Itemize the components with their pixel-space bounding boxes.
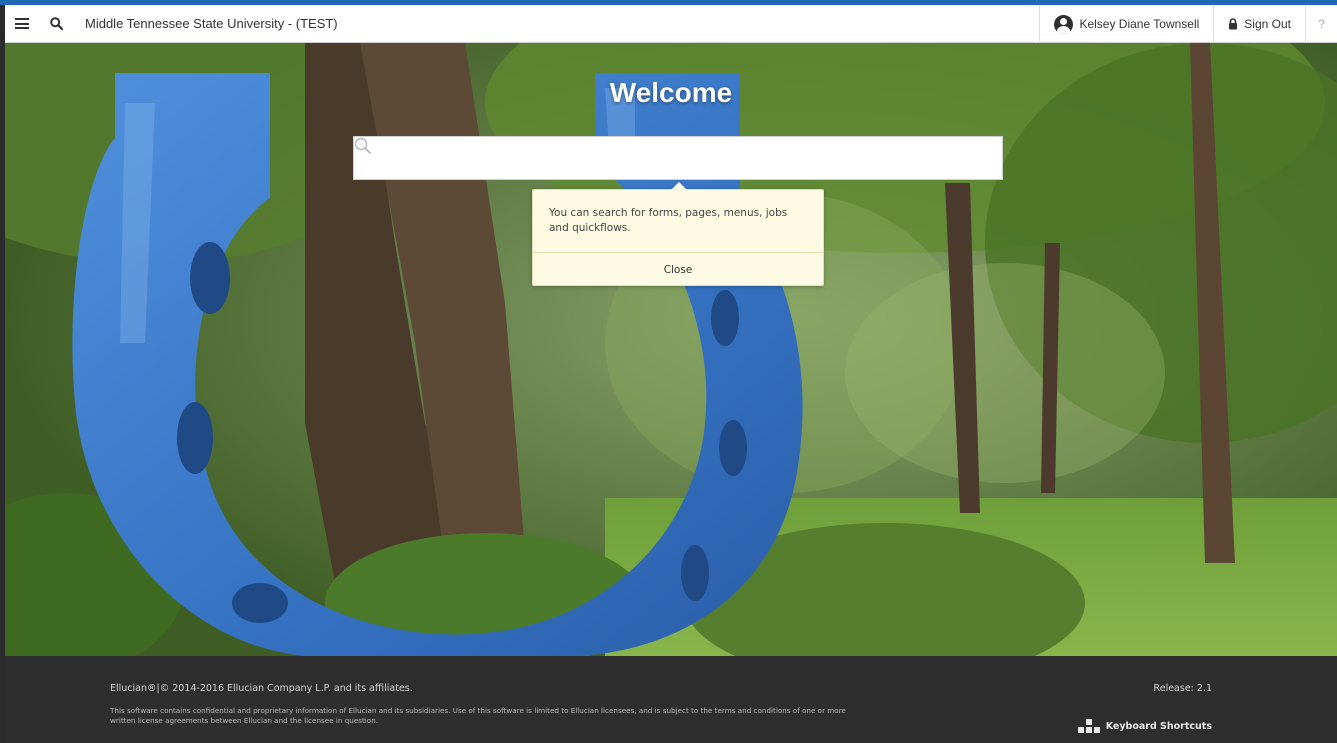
user-menu[interactable]: Kelsey Diane Townsell	[1039, 5, 1213, 43]
header-search-button[interactable]	[39, 5, 73, 43]
welcome-heading: Welcome	[609, 77, 733, 108]
main-search-button[interactable]	[354, 136, 1002, 180]
welcome-hero: Welcome You can search for forms, pages,…	[5, 43, 1337, 656]
keyboard-icon	[1077, 719, 1100, 733]
org-title: Middle Tennessee State University - (TES…	[85, 16, 338, 31]
main-search-input[interactable]	[354, 137, 958, 179]
tip-close-button[interactable]: Close	[533, 252, 823, 286]
app-footer: Ellucian®|© 2014-2016 Ellucian Company L…	[5, 656, 1337, 743]
sign-out-label: Sign Out	[1244, 17, 1291, 31]
keyboard-shortcuts-label: Keyboard Shortcuts	[1105, 720, 1212, 732]
release-version: Release: 2.1	[1153, 683, 1212, 694]
main-search-box	[353, 136, 1003, 180]
search-icon	[49, 17, 63, 30]
menu-button[interactable]	[5, 5, 39, 43]
legal-notice: This software contains confidential and …	[110, 706, 846, 725]
lock-icon	[1229, 18, 1238, 30]
search-tip-text: You can search for forms, pages, menus, …	[549, 207, 788, 234]
help-button[interactable]: ?	[1305, 5, 1337, 43]
search-tip-popover: You can search for forms, pages, menus, …	[532, 182, 824, 286]
header-right: Kelsey Diane Townsell Sign Out ?	[1039, 5, 1337, 43]
hamburger-menu-icon	[15, 18, 29, 29]
app-header: Middle Tennessee State University - (TES…	[5, 5, 1337, 43]
keyboard-shortcuts-button[interactable]: Keyboard Shortcuts	[1077, 719, 1212, 733]
help-icon: ?	[1318, 17, 1325, 31]
user-name: Kelsey Diane Townsell	[1079, 17, 1200, 31]
user-avatar-icon	[1054, 14, 1074, 34]
sign-out-button[interactable]: Sign Out	[1213, 5, 1305, 43]
copyright-text: Ellucian®|© 2014-2016 Ellucian Company L…	[110, 683, 413, 694]
search-icon	[354, 137, 371, 154]
background-photo	[5, 43, 1337, 656]
